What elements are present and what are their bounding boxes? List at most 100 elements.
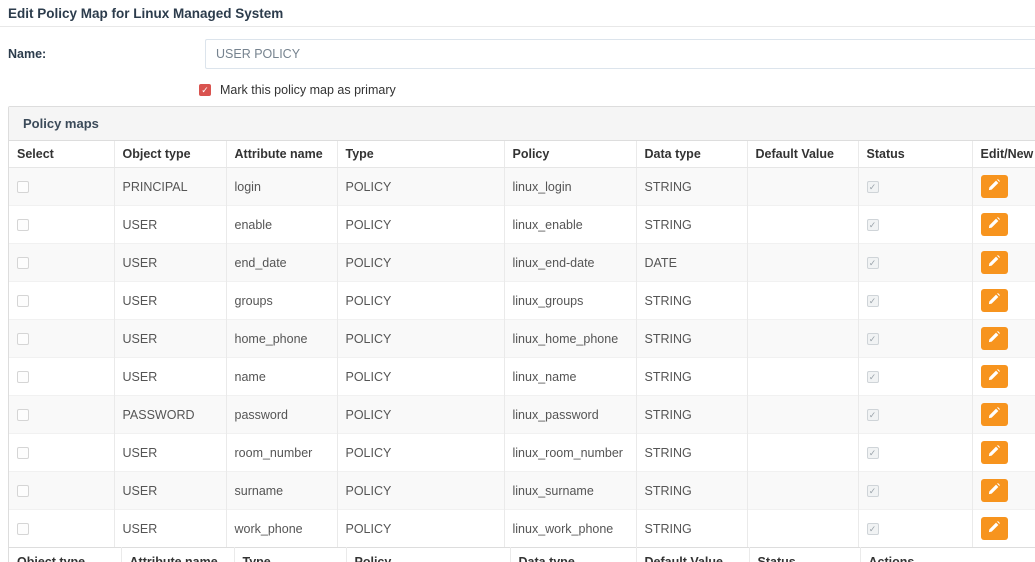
- pencil-icon: [988, 445, 1000, 460]
- table-row: USER room_number POLICY linux_room_numbe…: [9, 434, 1035, 472]
- table-row: PASSWORD password POLICY linux_password …: [9, 396, 1035, 434]
- cell-data-type: STRING: [636, 434, 747, 472]
- edit-row-button[interactable]: [981, 517, 1008, 540]
- name-input[interactable]: [205, 39, 1035, 69]
- row-select-checkbox[interactable]: [17, 447, 29, 459]
- row-status-checkbox: ✓: [867, 333, 879, 345]
- pencil-icon: [988, 331, 1000, 346]
- column-header: Edit/New: [972, 141, 1035, 168]
- cell-object-type: USER: [114, 244, 226, 282]
- column-header: Type: [234, 548, 346, 562]
- cell-policy: linux_end-date: [504, 244, 636, 282]
- cell-type: POLICY: [337, 510, 504, 548]
- cell-object-type: USER: [114, 510, 226, 548]
- table-row: USER surname POLICY linux_surname STRING…: [9, 472, 1035, 510]
- cell-object-type: PRINCIPAL: [114, 168, 226, 206]
- row-select-checkbox[interactable]: [17, 371, 29, 383]
- row-status-checkbox: ✓: [867, 485, 879, 497]
- cell-data-type: STRING: [636, 396, 747, 434]
- cell-policy: linux_password: [504, 396, 636, 434]
- cell-type: POLICY: [337, 244, 504, 282]
- row-select-checkbox[interactable]: [17, 485, 29, 497]
- row-status-checkbox: ✓: [867, 181, 879, 193]
- title-bar: Edit Policy Map for Linux Managed System: [0, 0, 1035, 27]
- pencil-icon: [988, 369, 1000, 384]
- cell-default-value: [747, 510, 858, 548]
- table-row: USER home_phone POLICY linux_home_phone …: [9, 320, 1035, 358]
- edit-row-button[interactable]: [981, 365, 1008, 388]
- cell-object-type: USER: [114, 282, 226, 320]
- cell-policy: linux_home_phone: [504, 320, 636, 358]
- edit-row-button[interactable]: [981, 175, 1008, 198]
- row-status-checkbox: ✓: [867, 219, 879, 231]
- row-status-checkbox: ✓: [867, 409, 879, 421]
- edit-row-button[interactable]: [981, 479, 1008, 502]
- row-select-checkbox[interactable]: [17, 181, 29, 193]
- table-row: USER work_phone POLICY linux_work_phone …: [9, 510, 1035, 548]
- cell-policy: linux_work_phone: [504, 510, 636, 548]
- cell-object-type: USER: [114, 472, 226, 510]
- edit-row-button[interactable]: [981, 403, 1008, 426]
- cell-type: POLICY: [337, 168, 504, 206]
- row-select-checkbox[interactable]: [17, 219, 29, 231]
- cell-object-type: PASSWORD: [114, 396, 226, 434]
- column-header: Default Value: [636, 548, 749, 562]
- edit-row-button[interactable]: [981, 213, 1008, 236]
- policy-maps-panel: Policy maps SelectObject typeAttribute n…: [8, 106, 1035, 562]
- column-header: Policy: [504, 141, 636, 168]
- edit-row-button[interactable]: [981, 289, 1008, 312]
- primary-checkbox-label: Mark this policy map as primary: [220, 83, 396, 97]
- cell-attribute-name: surname: [226, 472, 337, 510]
- row-select-checkbox[interactable]: [17, 333, 29, 345]
- column-header: Actions: [860, 548, 1035, 562]
- row-status-checkbox: ✓: [867, 257, 879, 269]
- edit-row-button[interactable]: [981, 251, 1008, 274]
- cell-policy: linux_surname: [504, 472, 636, 510]
- cell-attribute-name: groups: [226, 282, 337, 320]
- row-status-checkbox: ✓: [867, 447, 879, 459]
- pencil-icon: [988, 483, 1000, 498]
- table-row: USER groups POLICY linux_groups STRING ✓: [9, 282, 1035, 320]
- edit-row-button[interactable]: [981, 441, 1008, 464]
- cell-data-type: STRING: [636, 168, 747, 206]
- cell-default-value: [747, 282, 858, 320]
- cell-attribute-name: enable: [226, 206, 337, 244]
- column-header: Status: [858, 141, 972, 168]
- cell-data-type: STRING: [636, 472, 747, 510]
- row-status-checkbox: ✓: [867, 295, 879, 307]
- table-row: USER enable POLICY linux_enable STRING ✓: [9, 206, 1035, 244]
- cell-type: POLICY: [337, 282, 504, 320]
- cell-attribute-name: work_phone: [226, 510, 337, 548]
- cell-default-value: [747, 434, 858, 472]
- row-select-checkbox[interactable]: [17, 523, 29, 535]
- cell-data-type: STRING: [636, 282, 747, 320]
- cell-attribute-name: login: [226, 168, 337, 206]
- column-header: Select: [9, 141, 114, 168]
- cell-attribute-name: end_date: [226, 244, 337, 282]
- row-select-checkbox[interactable]: [17, 409, 29, 421]
- cell-attribute-name: password: [226, 396, 337, 434]
- edit-row-button[interactable]: [981, 327, 1008, 350]
- panel-title: Policy maps: [9, 107, 1035, 141]
- column-header: Policy: [346, 548, 510, 562]
- cell-policy: linux_login: [504, 168, 636, 206]
- primary-checkbox-row: ✓ Mark this policy map as primary: [199, 83, 1035, 97]
- row-status-checkbox: ✓: [867, 371, 879, 383]
- pencil-icon: [988, 521, 1000, 536]
- cell-object-type: USER: [114, 358, 226, 396]
- table-row: PRINCIPAL login POLICY linux_login STRIN…: [9, 168, 1035, 206]
- policy-map-table: SelectObject typeAttribute nameTypePolic…: [9, 141, 1035, 547]
- cell-default-value: [747, 396, 858, 434]
- cell-type: POLICY: [337, 396, 504, 434]
- row-select-checkbox[interactable]: [17, 257, 29, 269]
- row-select-checkbox[interactable]: [17, 295, 29, 307]
- table-header-row: SelectObject typeAttribute nameTypePolic…: [9, 141, 1035, 168]
- cell-object-type: USER: [114, 206, 226, 244]
- column-header: Data type: [636, 141, 747, 168]
- cell-default-value: [747, 358, 858, 396]
- name-label: Name:: [8, 39, 205, 61]
- cell-policy: linux_name: [504, 358, 636, 396]
- cell-default-value: [747, 320, 858, 358]
- pencil-icon: [988, 407, 1000, 422]
- primary-checkbox[interactable]: ✓: [199, 84, 211, 96]
